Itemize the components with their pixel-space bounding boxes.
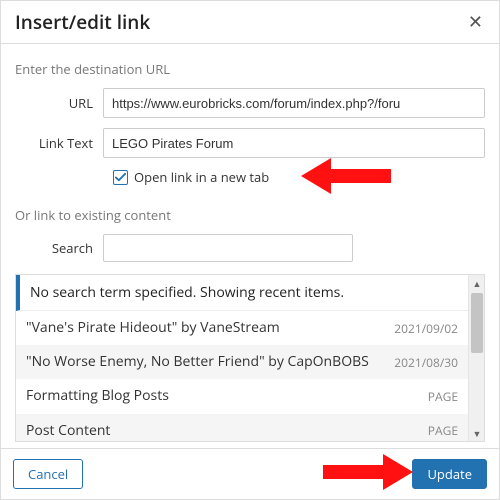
- update-button[interactable]: Update: [412, 459, 487, 489]
- newtab-row: Open link in a new tab: [113, 168, 485, 186]
- result-title: Formatting Blog Posts: [26, 387, 428, 405]
- newtab-checkbox[interactable]: [113, 170, 128, 185]
- result-title: Post Content: [26, 422, 428, 440]
- linktext-row: Link Text: [15, 128, 485, 158]
- dialog-title: Insert/edit link: [15, 9, 150, 35]
- list-item[interactable]: "No Worse Enemy, No Better Friend" by Ca…: [16, 345, 468, 379]
- link-dialog: Insert/edit link ✕ Enter the destination…: [0, 0, 500, 500]
- results-notice: No search term specified. Showing recent…: [16, 275, 468, 311]
- newtab-label[interactable]: Open link in a new tab: [134, 168, 269, 186]
- close-icon[interactable]: ✕: [464, 11, 487, 33]
- annotation-arrow-icon: [323, 454, 413, 490]
- list-item[interactable]: Post Content PAGE: [16, 414, 468, 441]
- search-label: Search: [15, 239, 103, 257]
- check-icon: [115, 172, 126, 183]
- dialog-header: Insert/edit link ✕: [1, 1, 499, 44]
- dialog-footer: Cancel Update: [1, 448, 499, 499]
- url-row: URL: [15, 88, 485, 118]
- existing-label: Or link to existing content: [15, 206, 485, 224]
- url-label: URL: [15, 94, 103, 112]
- help-text: Enter the destination URL: [15, 60, 485, 78]
- result-meta: PAGE: [428, 388, 458, 405]
- list-item[interactable]: Formatting Blog Posts PAGE: [16, 379, 468, 413]
- cancel-button[interactable]: Cancel: [13, 459, 83, 489]
- result-meta: 2021/08/30: [394, 354, 458, 371]
- linktext-input[interactable]: [103, 128, 485, 158]
- scroll-down-icon[interactable]: ▼: [469, 425, 485, 441]
- scrollbar[interactable]: ▲ ▼: [468, 275, 484, 441]
- result-title: "Vane's Pirate Hideout" by VaneStream: [26, 319, 394, 337]
- dialog-body: Enter the destination URL URL Link Text …: [1, 44, 499, 448]
- scroll-up-icon[interactable]: ▲: [469, 275, 485, 291]
- results-panel: No search term specified. Showing recent…: [15, 274, 485, 442]
- linktext-label: Link Text: [15, 134, 103, 152]
- results-list: No search term specified. Showing recent…: [16, 275, 468, 441]
- scroll-thumb[interactable]: [471, 293, 483, 353]
- result-meta: PAGE: [428, 422, 458, 439]
- url-input[interactable]: [103, 88, 485, 118]
- result-title: "No Worse Enemy, No Better Friend" by Ca…: [26, 353, 394, 371]
- search-row: Search: [15, 234, 485, 262]
- list-item[interactable]: "Vane's Pirate Hideout" by VaneStream 20…: [16, 311, 468, 345]
- annotation-arrow-icon: [301, 158, 391, 194]
- search-input[interactable]: [103, 234, 353, 262]
- result-meta: 2021/09/02: [394, 320, 458, 337]
